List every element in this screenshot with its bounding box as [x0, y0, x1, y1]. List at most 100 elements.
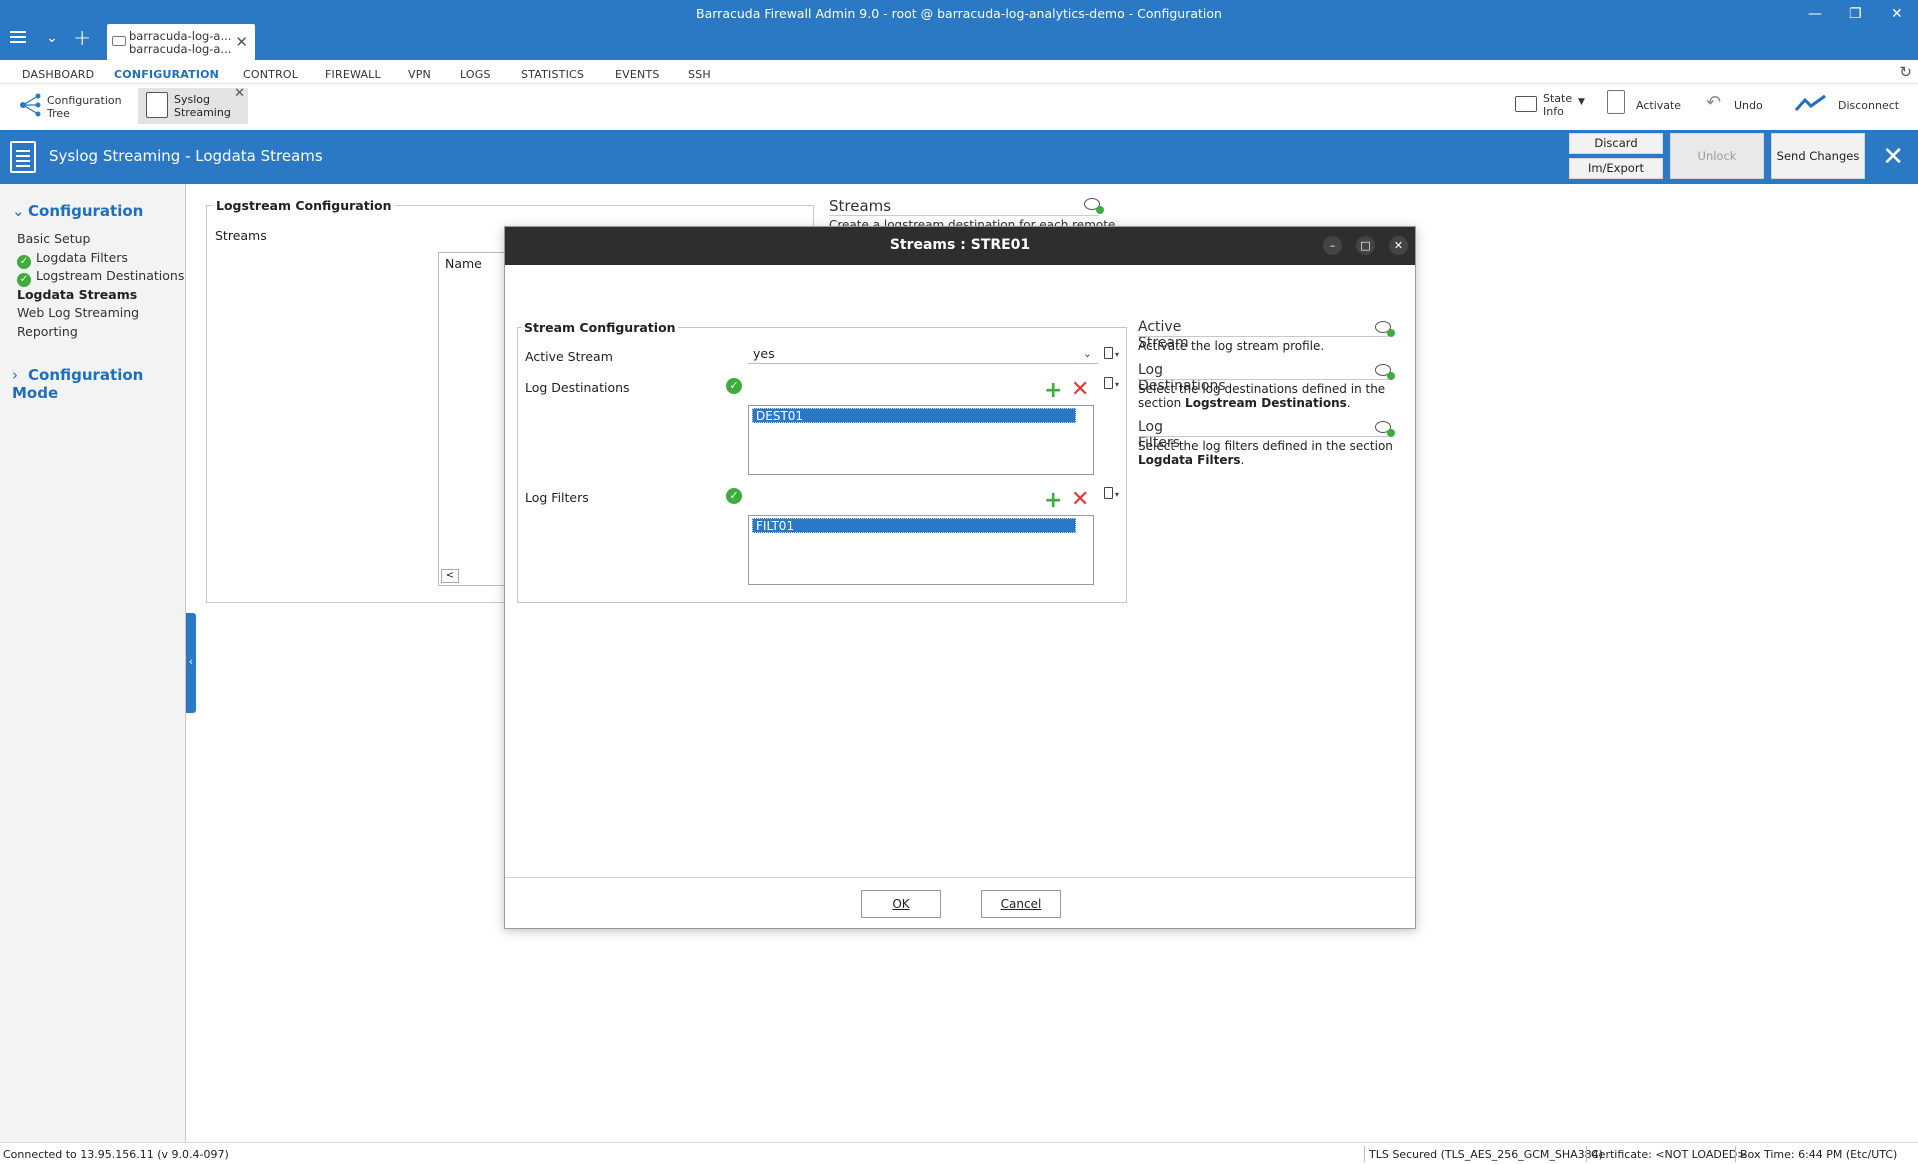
- menu-configuration[interactable]: CONFIGURATION: [114, 68, 219, 81]
- remove-destination-button[interactable]: ✕: [1071, 379, 1089, 401]
- close-tab-icon[interactable]: ✕: [235, 33, 248, 51]
- app-title-bar: Barracuda Firewall Admin 9.0 - root @ ba…: [0, 0, 1918, 60]
- configuration-tree-icon[interactable]: [18, 92, 44, 118]
- box-time: Box Time: 6:44 PM (Etc/UTC): [1740, 1148, 1898, 1161]
- log-destinations-label: Log Destinations: [525, 380, 630, 395]
- new-tab-plus-icon[interactable]: +: [73, 26, 91, 51]
- sidebar-item-logstream-destinations[interactable]: ✓ Logstream Destinations: [17, 268, 184, 287]
- sidebar-item-label: Web Log Streaming: [17, 305, 140, 320]
- dialog-footer-divider: [505, 877, 1415, 878]
- hamburger-menu-icon[interactable]: [10, 31, 26, 45]
- state-info-label-1: State: [1543, 92, 1573, 105]
- remove-filter-button[interactable]: ✕: [1071, 489, 1089, 511]
- restore-window-icon[interactable]: ❐: [1849, 6, 1862, 22]
- check-icon: ✓: [726, 378, 742, 394]
- help-divider: [829, 215, 1099, 216]
- log-filters-list[interactable]: FILT01: [748, 515, 1094, 585]
- menu-events[interactable]: EVENTS: [615, 68, 660, 81]
- session-tab-label-2: barracuda-log-a...: [129, 42, 232, 56]
- dialog-maximize-icon[interactable]: □: [1356, 236, 1375, 255]
- menu-dashboard[interactable]: DASHBOARD: [22, 68, 94, 81]
- menu-firewall[interactable]: FIREWALL: [325, 68, 381, 81]
- minimize-window-icon[interactable]: —: [1808, 6, 1822, 22]
- check-icon: ✓: [17, 255, 31, 269]
- im-export-button[interactable]: Im/Export: [1569, 158, 1663, 179]
- refresh-icon[interactable]: ↻: [1899, 63, 1912, 81]
- menu-vpn[interactable]: VPN: [408, 68, 431, 81]
- menu-logs[interactable]: LOGS: [460, 68, 491, 81]
- column-header-name[interactable]: Name: [445, 256, 482, 271]
- configuration-tree-label-1: Configuration: [47, 94, 122, 107]
- fieldset-legend: Logstream Configuration: [213, 198, 395, 213]
- send-changes-button[interactable]: Send Changes: [1771, 133, 1865, 179]
- unlock-button[interactable]: Unlock: [1670, 133, 1764, 179]
- sidebar-item-basic-setup[interactable]: Basic Setup: [17, 231, 90, 246]
- sidebar-item-reporting[interactable]: Reporting: [17, 324, 78, 339]
- status-bar: Connected to 13.95.156.11 (v 9.0.4-097) …: [0, 1142, 1918, 1164]
- activate-icon: [1607, 90, 1625, 114]
- sidebar-collapse-handle[interactable]: ‹: [186, 613, 196, 713]
- active-stream-select[interactable]: yes ⌄: [748, 345, 1098, 364]
- list-item[interactable]: DEST01: [752, 408, 1076, 423]
- chat-help-icon[interactable]: [1375, 421, 1395, 437]
- check-icon: ✓: [17, 273, 31, 287]
- dialog-title-bar[interactable]: Streams : STRE01 – □ ✕: [505, 227, 1415, 265]
- state-dropdown-icon[interactable]: ▼: [1578, 97, 1585, 107]
- close-page-icon[interactable]: ✕: [1882, 142, 1904, 172]
- ok-button[interactable]: OK: [861, 890, 941, 918]
- dialog-minimize-icon[interactable]: –: [1323, 236, 1342, 255]
- chevron-down-icon[interactable]: ⌄: [46, 30, 58, 46]
- undo-label: Undo: [1734, 99, 1763, 112]
- document-edit-icon: [10, 141, 36, 173]
- help-title-streams: Streams: [829, 197, 892, 215]
- sidebar-item-label: Logdata Filters: [36, 250, 128, 265]
- status-separator: [1364, 1146, 1365, 1162]
- certificate-status: Certificate: <NOT LOADED>: [1591, 1148, 1747, 1161]
- scroll-left-button[interactable]: <: [441, 569, 459, 583]
- add-filter-button[interactable]: +: [1044, 490, 1062, 512]
- streams-dialog: Streams : STRE01 – □ ✕ Stream Configurat…: [504, 226, 1416, 929]
- help-divider: [1138, 436, 1388, 437]
- sidebar-item-label: Basic Setup: [17, 231, 91, 246]
- status-separator: [1735, 1146, 1736, 1162]
- sidebar-item-label: Logstream Destinations: [36, 268, 185, 283]
- clipboard-menu-icon[interactable]: ▾: [1102, 486, 1120, 502]
- disconnect-icon: [1795, 94, 1826, 112]
- sidebar-item-logdata-streams[interactable]: Logdata Streams: [17, 287, 137, 302]
- syslog-streaming-tab[interactable]: Syslog Streaming ✕: [138, 86, 248, 124]
- help-divider: [1138, 379, 1388, 380]
- sidebar-section-configuration-mode[interactable]: › Configuration Mode: [12, 366, 185, 402]
- discard-button[interactable]: Discard: [1569, 133, 1663, 154]
- log-filters-label: Log Filters: [525, 490, 589, 505]
- sidebar-item-logdata-filters[interactable]: ✓ Logdata Filters: [17, 250, 128, 269]
- chevron-down-icon: ⌄: [1082, 347, 1092, 360]
- session-tab[interactable]: barracuda-log-a... barracuda-log-a... ✕: [107, 24, 255, 60]
- chat-help-icon[interactable]: [1375, 321, 1395, 337]
- menu-control[interactable]: CONTROL: [243, 68, 298, 81]
- chat-help-icon[interactable]: [1375, 364, 1395, 380]
- menu-statistics[interactable]: STATISTICS: [521, 68, 584, 81]
- chat-help-icon[interactable]: [1084, 198, 1104, 214]
- help-divider: [1138, 336, 1388, 337]
- close-window-icon[interactable]: ✕: [1891, 6, 1903, 22]
- sidebar-section-label: Configuration: [28, 202, 144, 220]
- clipboard-menu-icon[interactable]: ▾: [1102, 376, 1120, 392]
- list-item[interactable]: FILT01: [752, 518, 1076, 533]
- undo-icon: ↶: [1706, 92, 1722, 113]
- check-icon: ✓: [726, 488, 742, 504]
- active-stream-value: yes: [753, 346, 775, 361]
- close-syslog-tab-icon[interactable]: ✕: [234, 86, 245, 101]
- configuration-tree-button[interactable]: Configuration Tree: [47, 94, 122, 120]
- add-destination-button[interactable]: +: [1044, 380, 1062, 402]
- expanded-chevron-icon: ⌄: [12, 202, 25, 220]
- clipboard-menu-icon[interactable]: ▾: [1102, 346, 1120, 362]
- dialog-close-icon[interactable]: ✕: [1389, 236, 1408, 255]
- sidebar-section-configuration[interactable]: ⌄ Configuration: [12, 202, 143, 220]
- log-destinations-list[interactable]: DEST01: [748, 405, 1094, 475]
- help-text-bold: Logdata Filters: [1138, 453, 1241, 467]
- cancel-button[interactable]: Cancel: [981, 890, 1061, 918]
- state-info-label-2: Info: [1543, 105, 1564, 118]
- menu-ssh[interactable]: SSH: [688, 68, 711, 81]
- session-tab-label-1: barracuda-log-a...: [129, 29, 232, 43]
- sidebar-item-web-log-streaming[interactable]: Web Log Streaming: [17, 305, 139, 320]
